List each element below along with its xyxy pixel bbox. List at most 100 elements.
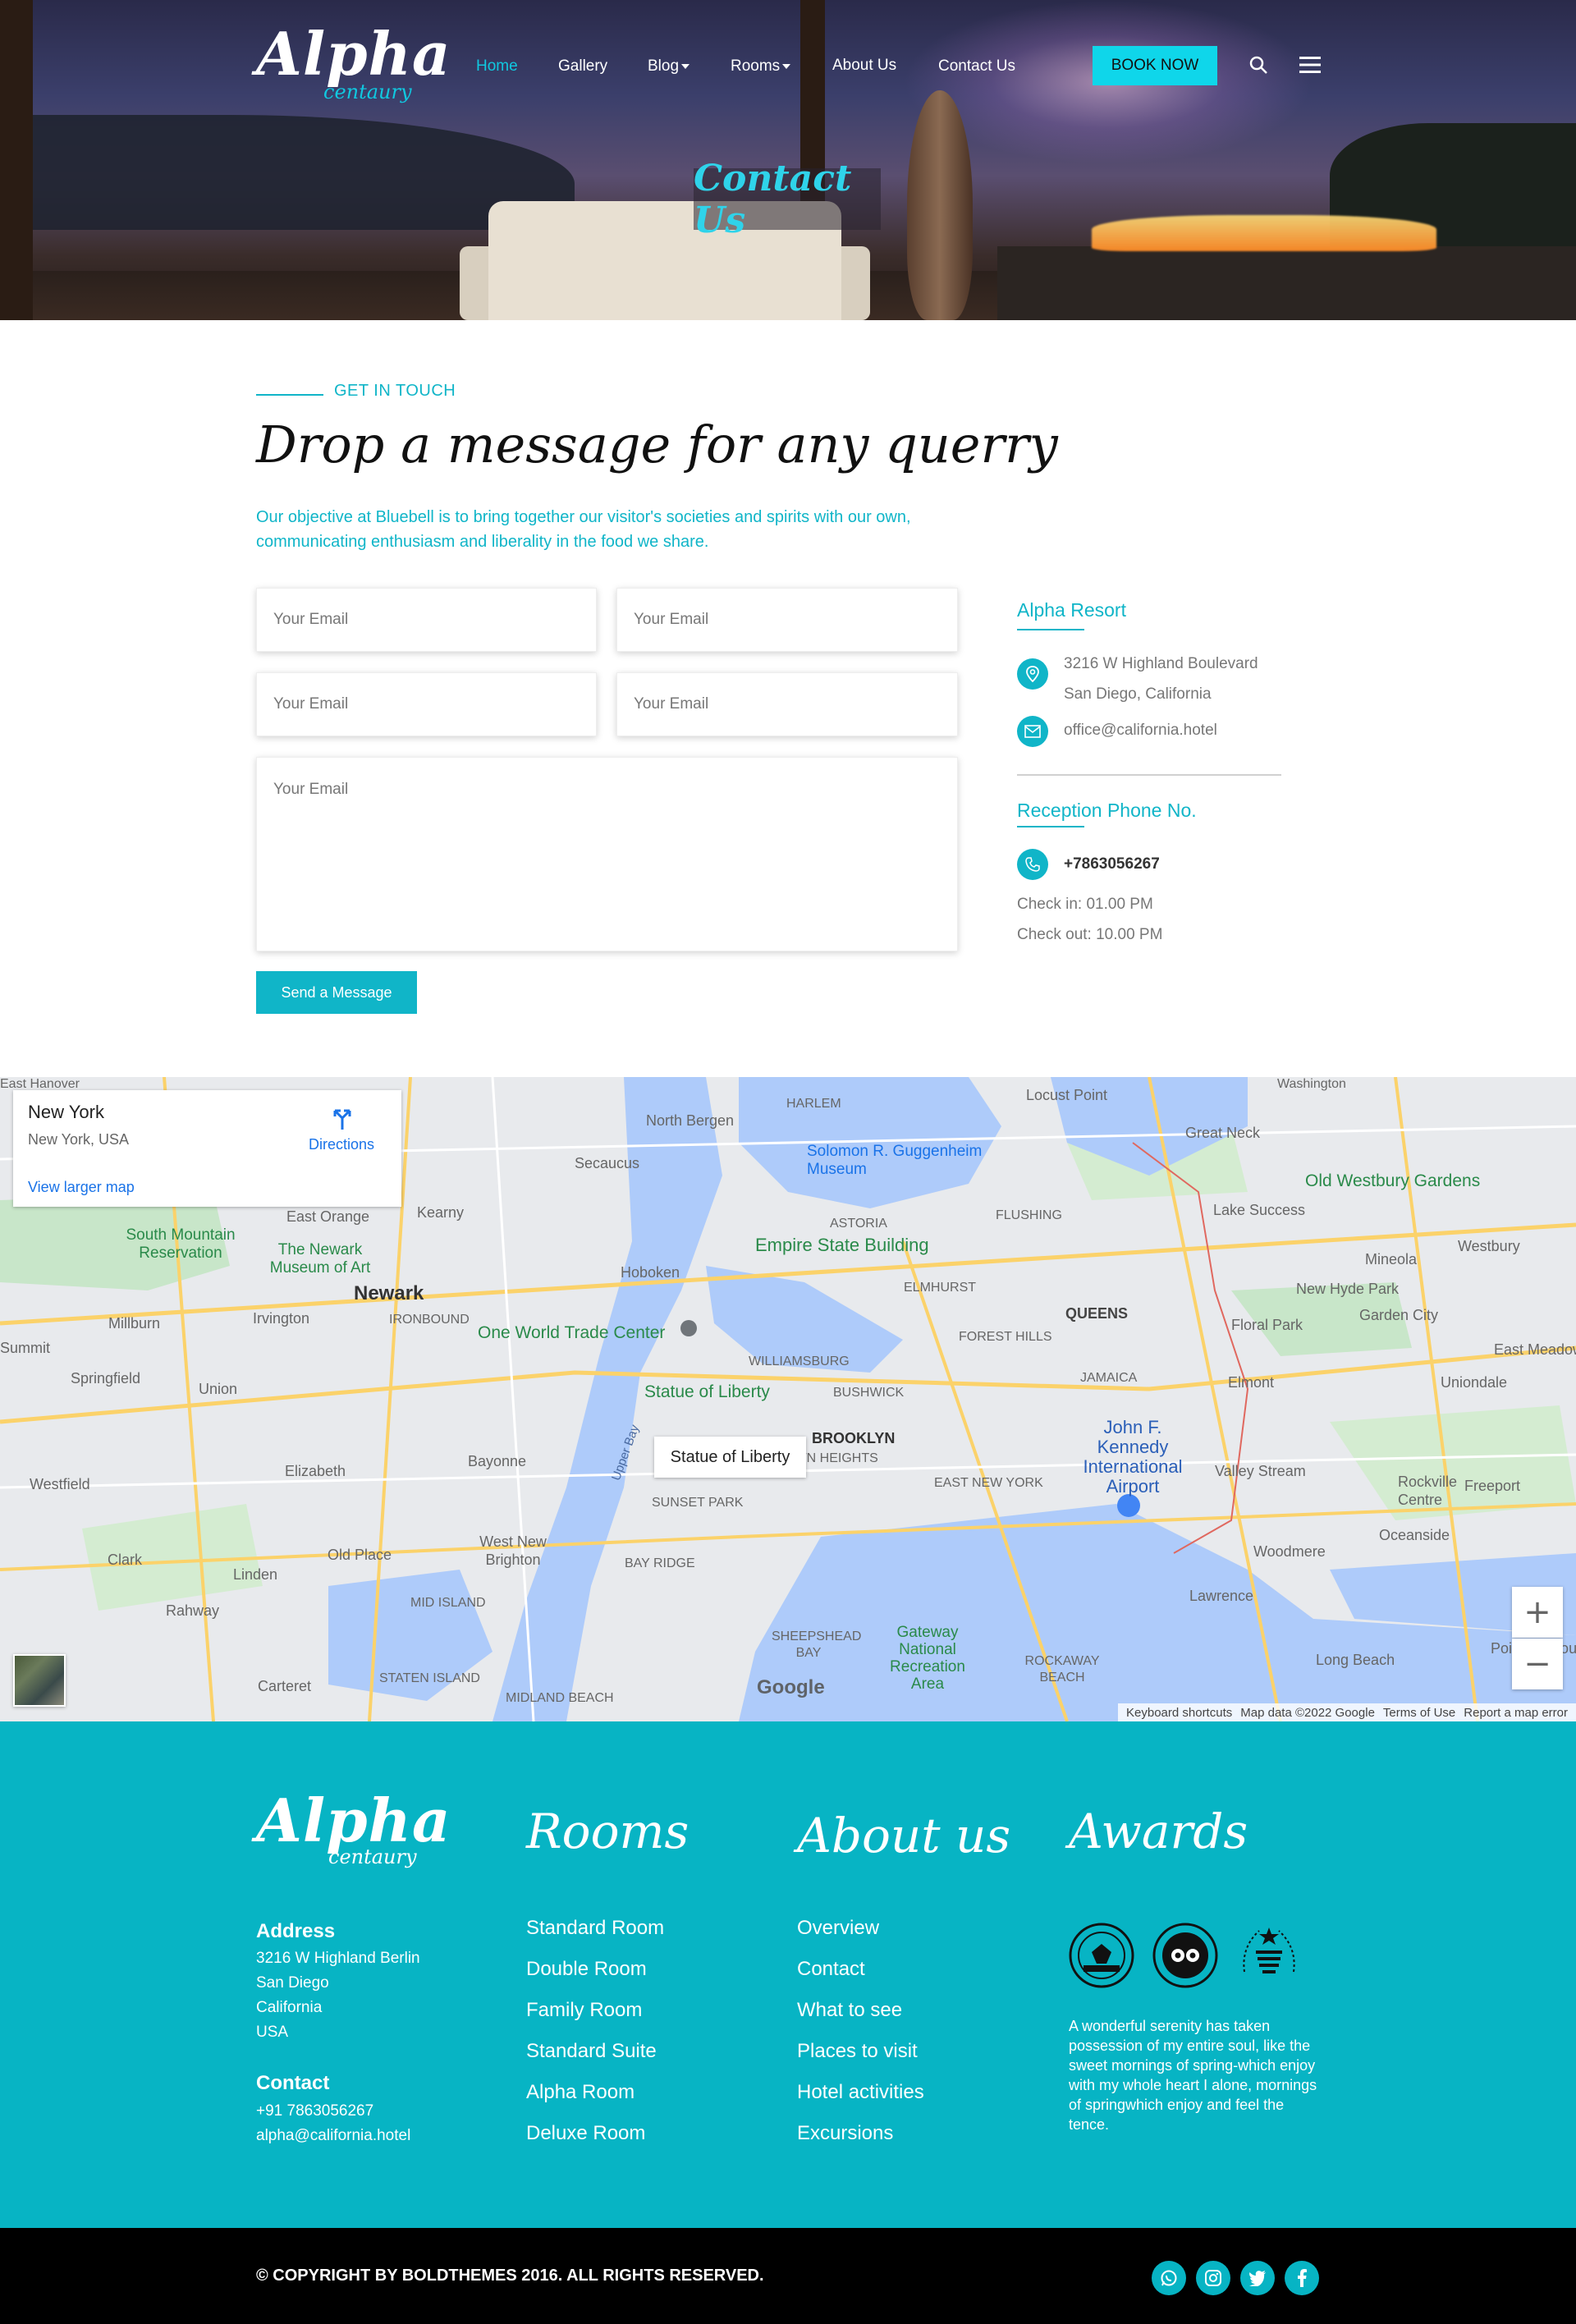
footer-room-link[interactable]: Standard Suite (526, 2040, 657, 2063)
map-label: Springfield (71, 1370, 141, 1387)
divider (1017, 774, 1281, 776)
footer-about-link[interactable]: Overview (797, 1917, 879, 1940)
map-label: ASTORIA (830, 1217, 887, 1231)
view-larger-map-link[interactable]: View larger map (28, 1179, 135, 1196)
map-label: Kearny (417, 1204, 465, 1221)
footer-about-link[interactable]: What to see (797, 1999, 902, 2022)
directions-icon[interactable] (332, 1107, 353, 1131)
footer-awards-title: Awards (1069, 1804, 1248, 1859)
report-error-link[interactable]: Report a map error (1464, 1706, 1568, 1720)
terms-link[interactable]: Terms of Use (1383, 1706, 1455, 1720)
resort-title: Alpha Resort (1017, 599, 1126, 621)
footer-email[interactable]: alpha@california.hotel (256, 2124, 410, 2148)
book-now-button[interactable]: BOOK NOW (1093, 46, 1217, 85)
footer-about-link[interactable]: Excursions (797, 2122, 893, 2145)
map-poi-label: Solomon R. Guggenheim Museum (807, 1143, 983, 1178)
footer-room-link[interactable]: Standard Room (526, 1917, 664, 1940)
google-map[interactable]: New York New York, USA View larger map D… (0, 1077, 1576, 1721)
footer-room-link[interactable]: Double Room (526, 1958, 647, 1981)
map-label: Lawrence (1189, 1588, 1254, 1604)
map-poi-label: Statue of Liberty (644, 1382, 770, 1401)
award-badge-icon (1069, 1923, 1134, 1988)
email-field[interactable]: Your Email (256, 588, 597, 652)
footer-logo[interactable]: Alpha centaury (256, 1791, 451, 1869)
section-heading: Drop a message for any querry (256, 415, 1058, 474)
hero-firepit (997, 246, 1576, 320)
site-logo[interactable]: Alpha centaury (256, 19, 451, 104)
nav-home[interactable]: Home (476, 57, 518, 76)
kicker: GET IN TOUCH (334, 382, 456, 400)
instagram-icon[interactable] (1196, 2261, 1230, 2295)
phone-number[interactable]: +7863056267 (1064, 849, 1160, 879)
logo-name: Alpha (256, 19, 451, 89)
map-poi-label: The Newark Museum of Art (269, 1241, 371, 1277)
directions-button[interactable]: Directions (309, 1136, 374, 1153)
kicker-line (256, 394, 323, 396)
search-icon[interactable] (1248, 55, 1268, 75)
checkin-time: Check in: 01.00 PM (1017, 896, 1153, 913)
nav-contact[interactable]: Contact Us (938, 57, 1015, 76)
zoom-out-button[interactable]: − (1512, 1639, 1563, 1689)
footer-about-link[interactable]: Hotel activities (797, 2081, 924, 2104)
map-poi-label: South Mountain Reservation (126, 1226, 236, 1262)
nav-blog[interactable]: Blog (648, 57, 690, 76)
send-message-button[interactable]: Send a Message (256, 971, 417, 1014)
footer-room-link[interactable]: Family Room (526, 1999, 642, 2022)
hamburger-menu-icon[interactable] (1299, 56, 1321, 74)
nav-about[interactable]: About Us (832, 57, 896, 75)
map-label: Hoboken (621, 1264, 680, 1281)
nav-gallery[interactable]: Gallery (558, 57, 607, 76)
phone-title: Reception Phone No. (1017, 800, 1197, 821)
location-icon (1017, 658, 1048, 690)
map-poi-label: John F. Kennedy International Airport (1083, 1417, 1183, 1497)
hero-vase (907, 90, 973, 320)
map-city-label: Newark (354, 1282, 424, 1304)
title-underline (1017, 629, 1084, 630)
map-label: Lake Success (1213, 1202, 1306, 1218)
footer-address-line: California (256, 1999, 323, 2016)
map-label: Washington (1277, 1077, 1346, 1091)
excellence-award-icon (1243, 1927, 1295, 1973)
chevron-down-icon (681, 63, 690, 69)
email-field[interactable]: Your Email (616, 588, 958, 652)
map-label: SUNSET PARK (652, 1496, 744, 1510)
intro-text: Our objective at Bluebell is to bring to… (256, 508, 911, 551)
map-label: MIDLAND BEACH (506, 1691, 614, 1705)
map-label: QUEENS (1065, 1305, 1129, 1322)
chevron-down-icon (782, 63, 791, 69)
footer-address-line: 3216 W Highland Berlin (256, 1950, 420, 1967)
email-link[interactable]: office@california.hotel (1064, 715, 1217, 745)
title-underline (1017, 826, 1084, 827)
email-field[interactable]: Your Email (616, 672, 958, 736)
field-placeholder: Your Email (634, 611, 709, 628)
map-info-card: New York New York, USA View larger map D… (13, 1090, 401, 1207)
twitter-icon[interactable] (1240, 2261, 1275, 2295)
awards-text: A wonderful serenity has taken possessio… (1069, 2018, 1317, 2133)
whatsapp-icon[interactable] (1152, 2261, 1186, 2295)
map-label: Freeport (1464, 1478, 1521, 1494)
satellite-toggle[interactable] (13, 1654, 66, 1707)
footer-about-link[interactable]: Places to visit (797, 2040, 918, 2063)
facebook-icon[interactable] (1285, 2261, 1319, 2295)
message-textarea[interactable]: Your Email (256, 757, 958, 951)
footer-room-link[interactable]: Alpha Room (526, 2081, 635, 2104)
map-label: Uniondale (1441, 1374, 1508, 1391)
footer-address-title: Address (256, 1920, 336, 1942)
email-field[interactable]: Your Email (256, 672, 597, 736)
logo-tagline: centaury (323, 80, 412, 103)
footer-about-link[interactable]: Contact (797, 1958, 865, 1981)
map-poi-label: Empire State Building (755, 1235, 929, 1255)
map-label: Woodmere (1253, 1543, 1326, 1560)
field-placeholder: Your Email (273, 611, 349, 628)
map-poi-label: Old Westbury Gardens (1305, 1171, 1481, 1190)
map-label: Elizabeth (285, 1463, 346, 1479)
site-footer: Alpha centaury Address 3216 W Highland B… (0, 1721, 1576, 2228)
keyboard-shortcuts-link[interactable]: Keyboard shortcuts (1126, 1706, 1232, 1720)
map-label: IRONBOUND (389, 1313, 470, 1327)
map-label: East Meadow (1494, 1341, 1576, 1358)
footer-phone[interactable]: +91 7863056267 (256, 2099, 373, 2124)
map-label: Linden (233, 1566, 278, 1583)
nav-rooms[interactable]: Rooms (731, 57, 791, 76)
zoom-in-button[interactable]: + (1512, 1587, 1563, 1638)
footer-room-link[interactable]: Deluxe Room (526, 2122, 645, 2145)
